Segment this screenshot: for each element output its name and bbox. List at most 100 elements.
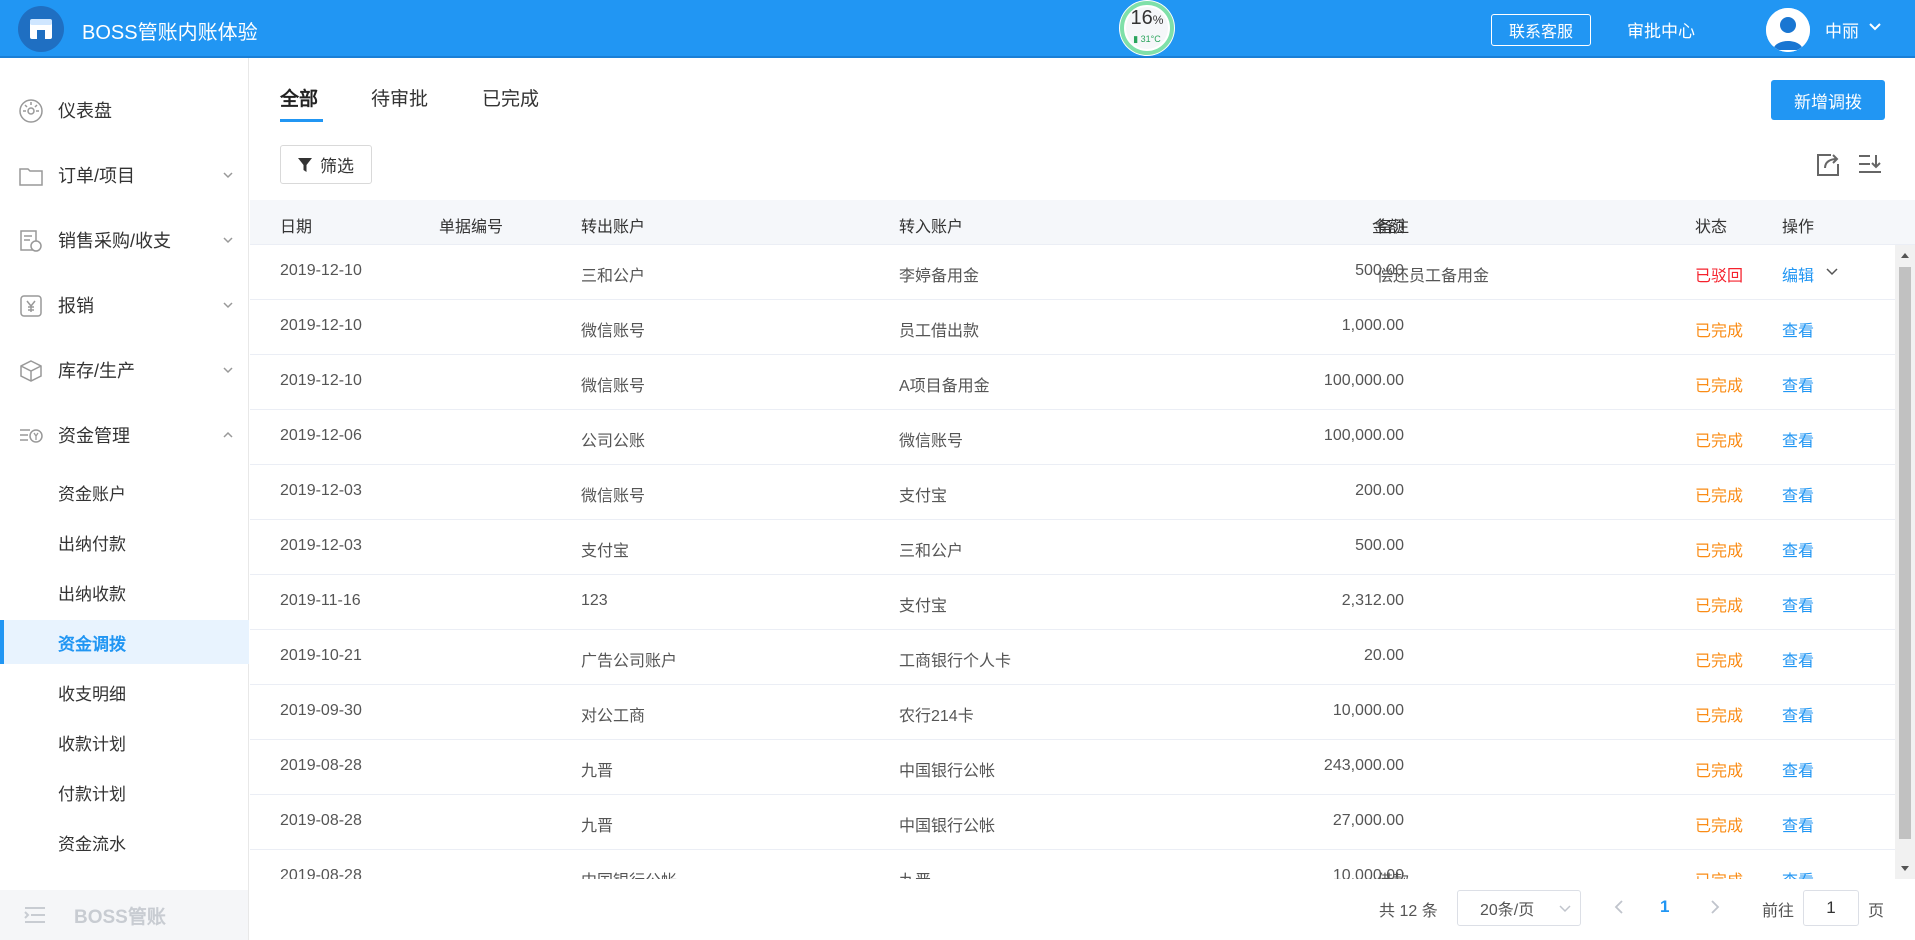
table-row[interactable]: 2019-12-10 微信账号 A项目备用金 100,000.00 已完成 查看 [250, 355, 1895, 410]
sidebar-subitem-pay-plan[interactable]: 付款计划 [0, 770, 249, 814]
new-transfer-button[interactable]: 新增调拨 [1771, 80, 1885, 120]
col-note[interactable]: 备注 [1377, 213, 1409, 237]
store-icon [30, 19, 52, 39]
chevron-down-icon[interactable] [1868, 20, 1882, 34]
view-link[interactable]: 查看 [1782, 592, 1814, 616]
table-scrollbar[interactable] [1895, 245, 1915, 879]
cell-date: 2019-08-28 [280, 757, 362, 774]
app-logo[interactable] [18, 6, 64, 52]
cell-date: 2019-09-30 [280, 702, 362, 719]
cell-out-account: 三和公户 [581, 268, 646, 285]
tab-pending[interactable]: 待审批 [371, 84, 428, 111]
scroll-down-icon[interactable] [1900, 865, 1910, 873]
view-link[interactable]: 查看 [1782, 812, 1814, 836]
status-badge: 已完成 [1695, 598, 1744, 615]
tab-all[interactable]: 全部 [280, 84, 318, 111]
table-row[interactable]: 2019-08-28 九晋 中国银行公帐 243,000.00 已完成 查看 [250, 740, 1895, 795]
col-doc-no[interactable]: 单据编号 [439, 213, 503, 237]
gauge-unit: % [1152, 13, 1164, 27]
status-badge: 已完成 [1695, 433, 1744, 450]
table-row[interactable]: 2019-12-10 微信账号 员工借出款 1,000.00 已完成 查看 [250, 300, 1895, 355]
chevron-down-icon [223, 367, 233, 374]
table-row[interactable]: 2019-08-28 中国银行公帐 九晋 10,000.00 借款 已完成 查看 [250, 850, 1895, 879]
view-link[interactable]: 查看 [1782, 372, 1814, 396]
user-avatar-icon [1766, 8, 1810, 52]
table-row[interactable]: 2019-12-03 微信账号 支付宝 200.00 已完成 查看 [250, 465, 1895, 520]
filter-button[interactable]: 筛选 [280, 145, 372, 184]
page-number-current[interactable]: 1 [1660, 897, 1669, 917]
sidebar-subitem-receive-plan[interactable]: 收款计划 [0, 720, 249, 764]
chevron-down-icon[interactable] [1825, 265, 1839, 279]
cell-in-account: A项目备用金 [899, 378, 990, 395]
goto-label: 前往 [1762, 903, 1795, 920]
cell-date: 2019-11-16 [280, 592, 361, 609]
view-link[interactable]: 查看 [1782, 427, 1814, 451]
username[interactable]: 中丽 [1825, 17, 1859, 42]
cell-out-account: 微信账号 [581, 378, 646, 395]
view-link[interactable]: 查看 [1782, 537, 1814, 561]
sidebar-subitem-fund-transfer[interactable]: 资金调拨 [0, 620, 249, 664]
sidebar-subitem-fund-flow[interactable]: 资金流水 [0, 820, 249, 864]
folder-icon [19, 168, 43, 186]
tab-completed[interactable]: 已完成 [482, 84, 539, 111]
sidebar-subitem-income-expense[interactable]: 收支明细 [0, 670, 249, 714]
approval-center-link[interactable]: 审批中心 [1627, 17, 1695, 42]
contact-support-button[interactable]: 联系客服 [1491, 14, 1591, 46]
col-in-account[interactable]: 转入账户 [899, 213, 963, 237]
money-icon [20, 429, 43, 443]
view-link[interactable]: 查看 [1782, 317, 1814, 341]
sidebar-item-sales[interactable]: 销售采购/收支 [0, 215, 249, 265]
sidebar-item-inventory[interactable]: 库存/生产 [0, 345, 249, 395]
avatar[interactable] [1766, 8, 1810, 52]
sidebar-subitem-fund-accounts[interactable]: 资金账户 [0, 470, 249, 514]
goto-page-input[interactable] [1803, 890, 1859, 926]
table-row[interactable]: 2019-11-16 123 支付宝 2,312.00 已完成 查看 [250, 575, 1895, 630]
col-action[interactable]: 操作 [1782, 213, 1814, 237]
status-badge: 已完成 [1695, 488, 1744, 505]
sidebar-subitem-cashier-pay[interactable]: 出纳付款 [0, 520, 249, 564]
col-date[interactable]: 日期 [280, 213, 312, 237]
sidebar-collapse-toggle[interactable]: BOSS管账 [0, 890, 248, 940]
sidebar-item-label: 仪表盘 [58, 101, 112, 121]
cell-date: 2019-12-06 [280, 427, 362, 444]
prev-page-icon[interactable] [1612, 899, 1626, 915]
pagination-total: 共 12 条 [1379, 903, 1438, 920]
table-row[interactable]: 2019-09-30 对公工商 农行214卡 10,000.00 已完成 查看 [250, 685, 1895, 740]
table-row[interactable]: 2019-12-03 支付宝 三和公户 500.00 已完成 查看 [250, 520, 1895, 575]
sidebar-item-orders[interactable]: 订单/项目 [0, 150, 249, 200]
sidebar-subitem-cashier-receive[interactable]: 出纳收款 [0, 570, 249, 614]
table-row[interactable]: 2019-08-28 九晋 中国银行公帐 27,000.00 已完成 查看 [250, 795, 1895, 850]
status-badge: 已驳回 [1695, 268, 1744, 285]
table-row[interactable]: 2019-12-06 公司公账 微信账号 100,000.00 已完成 查看 [250, 410, 1895, 465]
cell-in-account: 微信账号 [899, 433, 964, 450]
cell-out-account: 123 [581, 592, 608, 609]
cell-note: 借款 [1377, 867, 1409, 879]
table-row[interactable]: 2019-10-21 广告公司账户 工商银行个人卡 20.00 已完成 查看 [250, 630, 1895, 685]
chevron-down-icon [223, 172, 233, 179]
sidebar-item-label: 销售采购/收支 [58, 231, 172, 251]
scrollbar-thumb[interactable] [1899, 267, 1911, 839]
next-page-icon[interactable] [1708, 899, 1722, 915]
edit-link[interactable]: 编辑 [1782, 262, 1814, 286]
col-status[interactable]: 状态 [1695, 213, 1727, 237]
cell-date: 2019-12-03 [280, 537, 362, 554]
view-link[interactable]: 查看 [1782, 647, 1814, 671]
cell-amount: 100,000.00 [1323, 372, 1404, 389]
table-row[interactable]: 2019-12-10 三和公户 李婷备用金 500.00 偿还员工备用金 已驳回… [250, 245, 1895, 300]
chevron-up-icon [223, 431, 233, 438]
col-out-account[interactable]: 转出账户 [581, 213, 645, 237]
page-size-select[interactable]: 20条/页 [1457, 890, 1581, 926]
view-link[interactable]: 查看 [1782, 702, 1814, 726]
cell-amount: 200.00 [1355, 482, 1404, 499]
view-link[interactable]: 查看 [1782, 757, 1814, 781]
column-settings-icon[interactable] [1857, 152, 1883, 178]
view-link[interactable]: 查看 [1782, 482, 1814, 506]
yen-icon [20, 295, 42, 317]
sidebar-item-reimburse[interactable]: 报销 [0, 280, 249, 330]
scroll-up-icon[interactable] [1900, 251, 1910, 259]
view-link[interactable]: 查看 [1782, 867, 1814, 879]
sidebar-item-dashboard[interactable]: 仪表盘 [0, 85, 249, 135]
sidebar-item-funds[interactable]: 资金管理 [0, 410, 249, 460]
sidebar-footer-label: BOSS管账 [74, 906, 166, 928]
export-icon[interactable] [1815, 152, 1841, 178]
